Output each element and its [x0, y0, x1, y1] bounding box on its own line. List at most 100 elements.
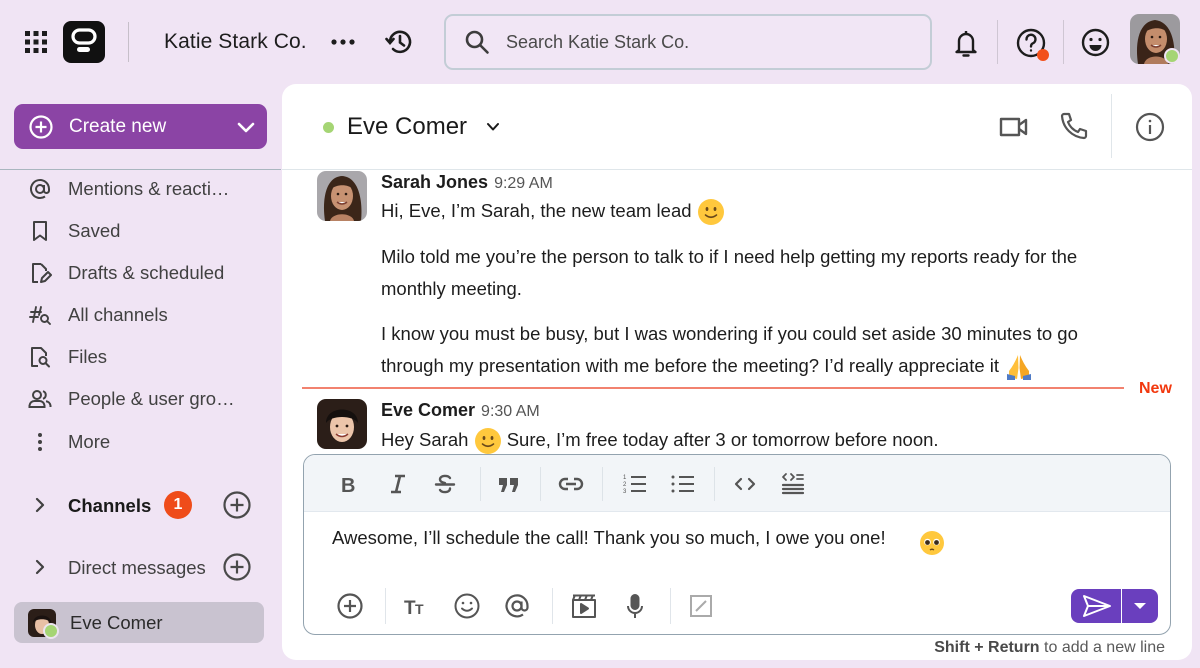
link-icon[interactable]: [558, 471, 584, 497]
sidebar-item-drafts[interactable]: Drafts & scheduled: [28, 258, 268, 288]
message-text: I know you must be busy, but I was wonde…: [381, 323, 1078, 376]
send-options-button[interactable]: [1122, 589, 1158, 623]
create-new-label: Create new: [69, 116, 167, 137]
microphone-icon[interactable]: [621, 592, 649, 620]
online-status-dot: [43, 623, 59, 639]
author-name[interactable]: Sarah Jones: [381, 172, 488, 192]
message-composer: B 1 2 3 Awesome, I’ll schedule the call!…: [303, 454, 1171, 635]
bulleted-list-icon[interactable]: [670, 471, 696, 497]
sidebar-item-label: All channels: [68, 304, 168, 325]
code-icon[interactable]: [732, 471, 758, 497]
attach-plus-icon[interactable]: [336, 592, 364, 620]
info-icon[interactable]: [1135, 112, 1165, 142]
divider: [670, 588, 671, 624]
svg-text:3: 3: [623, 489, 627, 495]
history-icon[interactable]: [384, 27, 414, 57]
author-name[interactable]: Eve Comer: [381, 400, 475, 420]
conversation-header: Eve Comer: [282, 84, 1192, 170]
chevron-down-icon[interactable]: [485, 120, 501, 134]
divider: [714, 467, 715, 501]
strikethrough-icon[interactable]: [432, 471, 458, 497]
create-new-button[interactable]: Create new: [14, 104, 267, 149]
more-icon[interactable]: [330, 32, 356, 52]
video-clip-icon[interactable]: [570, 592, 598, 620]
message-author[interactable]: Eve Comer 9:30 AM: [381, 400, 540, 421]
direct-messages-section: Direct messages: [28, 550, 268, 584]
sidebar-item-people[interactable]: People & user gro…: [28, 384, 268, 414]
file-search-icon: [28, 345, 52, 369]
people-icon: [28, 387, 52, 411]
divider: [552, 588, 553, 624]
divider: [480, 467, 481, 501]
phone-call-icon[interactable]: [1059, 111, 1089, 141]
sidebar-item-saved[interactable]: Saved: [28, 216, 268, 246]
sidebar-item-more[interactable]: More: [28, 427, 268, 457]
draft-edit-icon: [28, 261, 52, 285]
hint-shortcut: Shift + Return: [934, 639, 1040, 656]
chevron-right-icon[interactable]: [32, 496, 48, 514]
new-messages-label: New: [1139, 380, 1172, 397]
direct-messages-label[interactable]: Direct messages: [68, 557, 206, 579]
chevron-down-icon: [236, 119, 256, 135]
message-input[interactable]: Awesome, I’ll schedule the call! Thank y…: [332, 527, 1112, 561]
sidebar-item-label: People & user gro…: [68, 388, 235, 409]
message-paragraph: I know you must be busy, but I was wonde…: [381, 318, 1141, 382]
online-status-dot: [323, 122, 334, 133]
message-paragraph: Hey Sarah Sure, I’m free today after 3 o…: [381, 424, 1141, 456]
apps-grid-icon[interactable]: [24, 30, 48, 54]
online-status-dot: [1164, 48, 1180, 64]
plus-circle-icon: [29, 115, 53, 139]
avatar[interactable]: [317, 399, 367, 449]
sidebar-item-label: More: [68, 431, 111, 452]
divider: [1111, 94, 1112, 158]
chevron-right-icon[interactable]: [32, 558, 48, 576]
sidebar-item-mentions[interactable]: Mentions & reacti…: [28, 174, 268, 204]
avatar[interactable]: [317, 171, 367, 221]
emoji-status-icon[interactable]: [1080, 27, 1111, 58]
unread-badge: 1: [164, 491, 192, 519]
mention-icon[interactable]: [503, 592, 531, 620]
workspace-name[interactable]: Katie Stark Co.: [164, 30, 307, 54]
emoji-icon[interactable]: [453, 592, 481, 620]
add-channel-button[interactable]: [222, 490, 252, 520]
sidebar-item-all-channels[interactable]: All channels: [28, 300, 268, 330]
dm-item-eve-comer[interactable]: Eve Comer: [14, 602, 264, 643]
message-text: Hey Sarah: [381, 429, 469, 450]
at-icon: [28, 177, 52, 201]
code-block-icon[interactable]: [780, 471, 806, 497]
hint-text: to add a new line: [1039, 639, 1165, 656]
composer-hint: Shift + Return to add a new line: [934, 639, 1165, 657]
conversation-panel: Eve Comer Sarah Jones 9:29 AM Hi, Eve, I…: [282, 84, 1192, 660]
channels-label[interactable]: Channels: [68, 495, 151, 517]
send-button[interactable]: [1071, 589, 1121, 623]
italic-icon[interactable]: [385, 471, 411, 497]
video-call-icon[interactable]: [999, 113, 1029, 141]
text-format-icon[interactable]: TT: [403, 592, 431, 620]
top-bar: Katie Stark Co.: [0, 0, 1200, 84]
message-paragraph: Milo told me you’re the person to talk t…: [381, 246, 1078, 299]
slightly-smiling-emoji-icon: [474, 427, 502, 455]
channel-search-icon: [28, 303, 52, 327]
conversation-title[interactable]: Eve Comer: [347, 113, 467, 141]
app-logo[interactable]: [63, 21, 105, 63]
search-input[interactable]: [506, 26, 906, 58]
new-messages-divider: [302, 387, 1124, 389]
quote-icon[interactable]: [496, 471, 522, 497]
bell-icon[interactable]: [952, 28, 980, 58]
svg-text:1: 1: [623, 475, 627, 481]
bold-icon[interactable]: B: [336, 471, 362, 497]
message-author[interactable]: Sarah Jones 9:29 AM: [381, 172, 553, 193]
divider: [128, 22, 129, 62]
pleading-face-emoji-icon: [919, 530, 945, 556]
dm-item-label: Eve Comer: [70, 612, 163, 633]
sidebar-item-files[interactable]: Files: [28, 342, 268, 372]
divider: [997, 20, 998, 64]
svg-text:T: T: [415, 601, 424, 617]
add-direct-message-button[interactable]: [222, 552, 252, 582]
slash-command-icon[interactable]: [687, 592, 715, 620]
message-timestamp: 9:29 AM: [494, 175, 553, 192]
formatting-toolbar: B 1 2 3: [304, 455, 1170, 512]
search-box[interactable]: [444, 14, 932, 70]
divider: [540, 467, 541, 501]
numbered-list-icon[interactable]: 1 2 3: [622, 471, 648, 497]
